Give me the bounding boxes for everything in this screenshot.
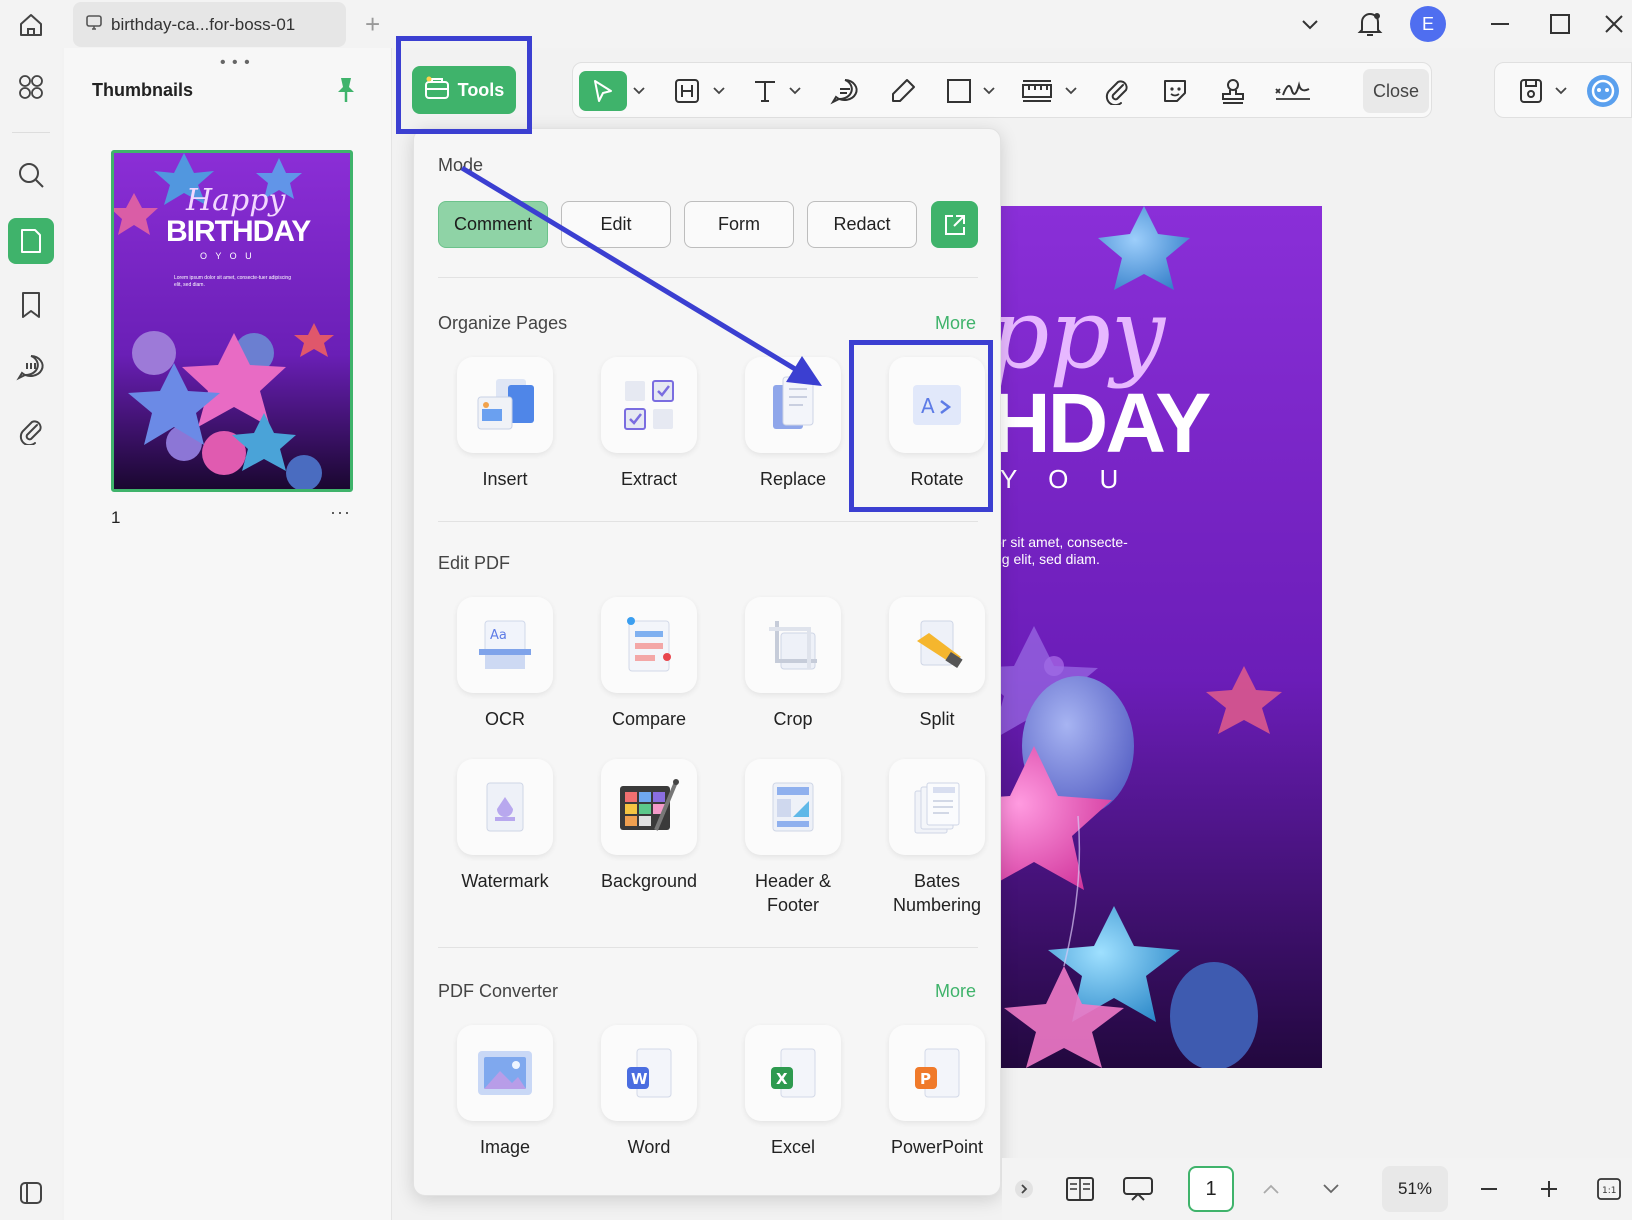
page-layout-icon[interactable] — [1060, 1166, 1100, 1212]
next-page-icon[interactable] — [1316, 1166, 1346, 1212]
svg-text:1:1: 1:1 — [1602, 1186, 1616, 1196]
page-number-input[interactable]: 1 — [1188, 1166, 1234, 1212]
zoom-out-icon[interactable] — [1474, 1166, 1504, 1212]
status-bar: 1 51% 1:1 — [1002, 1158, 1632, 1220]
zoom-in-icon[interactable] — [1534, 1166, 1564, 1212]
actual-size-icon[interactable]: 1:1 — [1592, 1166, 1626, 1212]
previous-page-icon[interactable] — [1256, 1166, 1286, 1212]
presentation-icon[interactable] — [1118, 1166, 1158, 1212]
annotation-arrow — [460, 165, 822, 386]
zoom-level[interactable]: 51% — [1382, 1166, 1448, 1212]
expand-panel-icon[interactable] — [1012, 1166, 1036, 1212]
